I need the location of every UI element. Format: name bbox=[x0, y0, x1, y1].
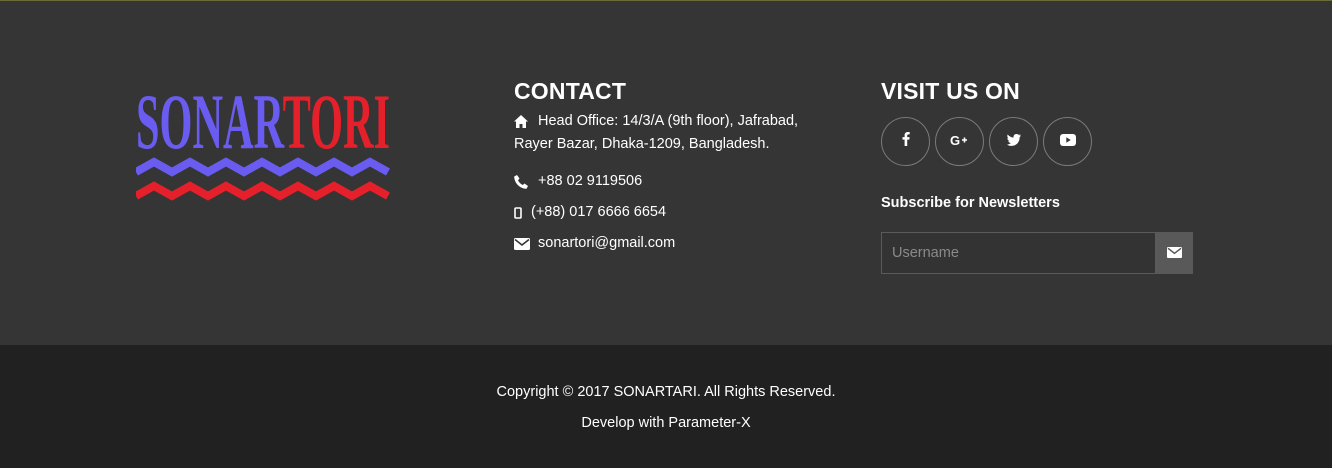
subscribe-title: Subscribe for Newsletters bbox=[881, 195, 1060, 211]
copyright-text: Copyright © 2017 SONARTARI. All Rights R… bbox=[496, 384, 836, 400]
google-plus-icon: G bbox=[950, 133, 970, 151]
youtube-button[interactable] bbox=[1043, 117, 1092, 166]
subscribe-button[interactable] bbox=[1156, 232, 1193, 274]
sonartori-logo[interactable]: SONARTORI bbox=[134, 78, 394, 206]
email-row: sonartori@gmail.com bbox=[514, 232, 675, 255]
visit-title: VISIT US ON bbox=[881, 78, 1020, 104]
mobile-icon bbox=[514, 201, 531, 224]
phone-icon bbox=[514, 170, 538, 193]
google-plus-button[interactable]: G bbox=[935, 117, 984, 166]
mobile-row: (+88) 017 6666 6654 bbox=[514, 201, 666, 224]
envelope-icon bbox=[514, 232, 538, 255]
developer-credit: Develop with Parameter-X bbox=[581, 415, 751, 431]
visit-section: VISIT US ON G Subscribe for Newsletters bbox=[881, 76, 1201, 274]
mobile-number[interactable]: (+88) 017 6666 6654 bbox=[531, 201, 666, 224]
username-input[interactable] bbox=[881, 232, 1156, 274]
social-links: G bbox=[881, 117, 1201, 166]
twitter-button[interactable] bbox=[989, 117, 1038, 166]
youtube-icon bbox=[1059, 133, 1076, 151]
email-address[interactable]: sonartori@gmail.com bbox=[538, 232, 675, 255]
phone-number[interactable]: +88 02 9119506 bbox=[538, 170, 642, 193]
contact-section: CONTACT Head Office: 14/3/A (9th floor),… bbox=[514, 76, 844, 251]
footer-bottom-bar bbox=[0, 345, 1332, 468]
svg-text:G: G bbox=[950, 134, 960, 146]
envelope-icon bbox=[1167, 246, 1182, 261]
newsletter-form bbox=[881, 232, 1193, 274]
address-row: Head Office: 14/3/A (9th floor), Jafraba… bbox=[514, 110, 844, 156]
svg-text:SONARTORI: SONARTORI bbox=[136, 82, 390, 165]
twitter-icon bbox=[1006, 133, 1021, 151]
facebook-button[interactable] bbox=[881, 117, 930, 166]
address-line-1: Head Office: 14/3/A (9th floor), Jafraba… bbox=[538, 113, 799, 129]
facebook-icon bbox=[902, 132, 910, 151]
phone-row: +88 02 9119506 bbox=[514, 170, 642, 193]
address-line-2: Rayer Bazar, Dhaka-1209, Bangladesh. bbox=[514, 136, 770, 152]
logo-graphic: SONARTORI bbox=[134, 78, 390, 201]
contact-title: CONTACT bbox=[514, 78, 627, 104]
home-icon bbox=[514, 110, 538, 133]
